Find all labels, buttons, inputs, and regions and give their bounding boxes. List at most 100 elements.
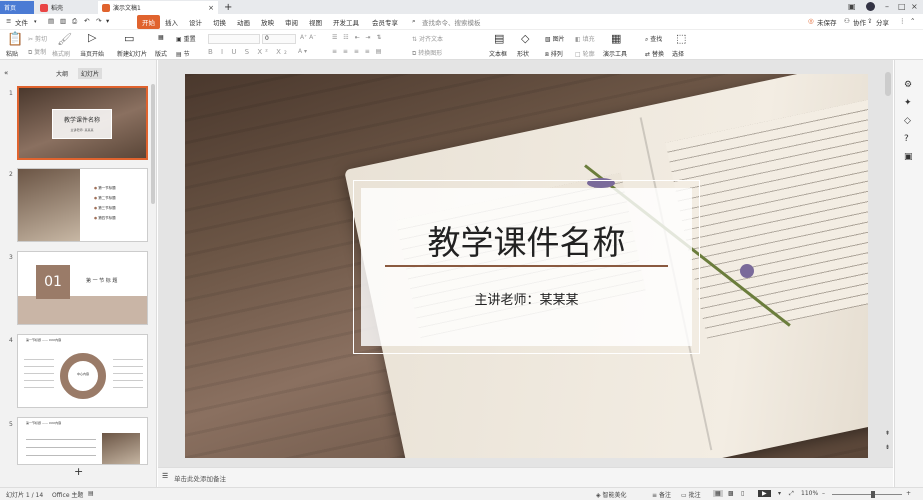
collab-button[interactable]: 协作	[853, 17, 866, 27]
copy-button[interactable]: ⧉ 复制	[28, 47, 46, 57]
menu-review[interactable]: 审阅	[285, 17, 298, 27]
zoom-in-icon[interactable]: +	[906, 490, 911, 497]
slide-subtitle[interactable]: 主讲老师：某某某	[361, 289, 692, 308]
slide-thumb-3[interactable]: 01 第 一 节 标 题	[17, 251, 148, 325]
undo-icon[interactable]: ↶	[84, 17, 89, 25]
zoom-slider[interactable]	[832, 494, 902, 495]
hamburger-icon[interactable]: ≡	[6, 17, 11, 25]
menu-design[interactable]: 设计	[189, 17, 202, 27]
align-group-icon[interactable]: ≡ ≡ ≡ ≡ ▤	[332, 48, 383, 55]
outline-button[interactable]: □ 轮廓	[575, 49, 595, 58]
prev-slide-icon[interactable]: ⇞	[885, 430, 890, 437]
slideshow-play-icon[interactable]: ▶	[758, 490, 771, 497]
normal-view-icon[interactable]: ▦	[713, 490, 723, 497]
replace-button[interactable]: ⇄ 替换	[645, 49, 664, 58]
find-button[interactable]: ⌕ 查找	[645, 34, 662, 44]
menu-devtools[interactable]: 开发工具	[333, 17, 359, 27]
layout-button[interactable]: 版式	[155, 49, 167, 58]
menu-animation[interactable]: 动画	[237, 17, 250, 27]
notes-toggle[interactable]: ≡ 备注	[652, 490, 671, 499]
backup-icon[interactable]: ▣	[904, 152, 913, 162]
print-icon[interactable]: ⎙	[72, 17, 77, 26]
export-icon[interactable]: ▥	[60, 17, 66, 25]
next-slide-icon[interactable]: ⇟	[885, 444, 890, 451]
paste-button[interactable]: 粘贴	[6, 49, 18, 58]
menu-start[interactable]: 开始	[137, 15, 160, 29]
present-tool-button[interactable]: 演示工具	[603, 49, 627, 58]
slides-tab[interactable]: 幻灯片	[78, 68, 103, 79]
notes-placeholder[interactable]: 单击此处添加备注	[174, 473, 226, 483]
menu-view[interactable]: 视图	[309, 17, 322, 27]
tab-app2[interactable]: 稻壳	[36, 1, 96, 14]
format-painter-button[interactable]: 格式刷	[52, 49, 70, 58]
slide-thumb-1[interactable]: 教学课件名称 主讲老师: 某某某	[17, 86, 148, 160]
menu-slideshow[interactable]: 放映	[261, 17, 274, 27]
notes-area[interactable]: ☰ 单击此处添加备注	[158, 467, 893, 487]
slide-thumb-4[interactable]: 第一节标题 —— XXX内容 中心内容	[17, 334, 148, 408]
arrange-button[interactable]: ⧈ 排列	[545, 49, 563, 59]
menu-file[interactable]: 文件	[15, 17, 28, 27]
slide-thumb-2[interactable]: ● 第一节标题 ● 第二节标题 ● 第三节标题 ● 第四节标题	[17, 168, 148, 242]
add-slide-button[interactable]: +	[74, 465, 83, 478]
command-search[interactable]: 查找命令、搜索模板	[422, 17, 481, 27]
help-icon[interactable]: ?	[904, 134, 909, 144]
font-size-select[interactable]: 0	[262, 34, 296, 44]
maximize-icon[interactable]: □	[898, 2, 906, 11]
panel-scrollbar[interactable]	[151, 84, 155, 204]
vertical-scrollbar[interactable]	[885, 72, 891, 96]
fill-button[interactable]: ◧ 填充	[575, 34, 595, 43]
reset-button[interactable]: ▣ 重置	[176, 34, 196, 43]
collapse-panel-icon[interactable]: «	[4, 69, 8, 77]
paste-icon[interactable]: 📋	[7, 32, 23, 47]
window-close-icon[interactable]: ×	[911, 2, 918, 11]
close-icon[interactable]: ×	[208, 4, 214, 12]
font-name-select[interactable]	[208, 34, 260, 44]
font-color-icon[interactable]: A ▾	[298, 48, 307, 55]
more-dots-icon[interactable]: ⋮	[899, 17, 906, 25]
smart-beautify-button[interactable]: ◈ 智能美化	[596, 490, 627, 499]
save-icon[interactable]: ▤	[48, 17, 54, 25]
list-group-icon[interactable]: ☰ ☷ ⇤ ⇥ ⇅	[332, 34, 383, 41]
slide-canvas[interactable]: 教学课件名称 主讲老师：某某某	[185, 74, 868, 458]
window-box-icon[interactable]: ▣	[848, 2, 856, 11]
comments-toggle[interactable]: ▭ 批注	[681, 490, 701, 499]
shape-button[interactable]: 形状	[517, 49, 529, 58]
properties-icon[interactable]: ⚙	[904, 80, 912, 90]
minimize-icon[interactable]: –	[885, 2, 889, 11]
reading-view-icon[interactable]: ▯	[741, 490, 744, 497]
new-slide-button[interactable]: 新建幻灯片	[117, 49, 147, 58]
slide-thumb-5[interactable]: 第一节标题 —— XXX内容	[17, 417, 148, 465]
tab-home[interactable]: 首页	[0, 1, 34, 14]
avatar[interactable]	[866, 2, 875, 11]
zoom-out-icon[interactable]: –	[822, 490, 825, 497]
collapse-icon[interactable]: ⌃	[910, 17, 915, 25]
play-button[interactable]: 当页开始	[80, 49, 104, 58]
unsaved-status[interactable]: 未保存	[817, 17, 837, 27]
font-style-group[interactable]: B I U S X² X₂	[208, 48, 290, 56]
picture-button[interactable]: ▧ 图片	[545, 34, 565, 43]
menu-member[interactable]: 会员专享	[372, 17, 398, 27]
more-icon[interactable]: ▾	[106, 17, 109, 25]
menu-transition[interactable]: 切换	[213, 17, 226, 27]
textbox-button[interactable]: 文本框	[489, 49, 507, 58]
fit-screen-icon[interactable]: ⤢	[789, 490, 794, 498]
grow-font-icon[interactable]: A⁺ A⁻	[300, 34, 316, 41]
text-direction-button[interactable]: ⇅ 对齐文本	[412, 34, 443, 43]
outline-tab[interactable]: 大纲	[56, 69, 68, 78]
shape-panel-icon[interactable]: ◇	[904, 116, 911, 126]
zoom-level[interactable]: 110%	[801, 490, 818, 497]
select-button[interactable]: 选择	[672, 49, 684, 58]
section-button[interactable]: ▤ 节	[176, 49, 190, 58]
share-button[interactable]: 分享	[876, 17, 889, 27]
play-options-icon[interactable]: ▾	[778, 490, 781, 497]
cut-button[interactable]: ✂ 剪切	[28, 34, 47, 43]
slide-title[interactable]: 教学课件名称	[361, 216, 692, 264]
spell-check-icon[interactable]: ▤	[88, 490, 94, 497]
theme-name[interactable]: Office 主题	[52, 490, 83, 499]
animation-icon[interactable]: ✦	[904, 98, 912, 108]
tab-document[interactable]: 演示文稿1 ×	[98, 1, 218, 14]
new-tab-button[interactable]: +	[220, 1, 236, 14]
redo-icon[interactable]: ↷	[96, 17, 101, 25]
zoom-slider-handle[interactable]	[871, 491, 875, 498]
title-placeholder[interactable]: 教学课件名称 主讲老师：某某某	[361, 188, 692, 346]
